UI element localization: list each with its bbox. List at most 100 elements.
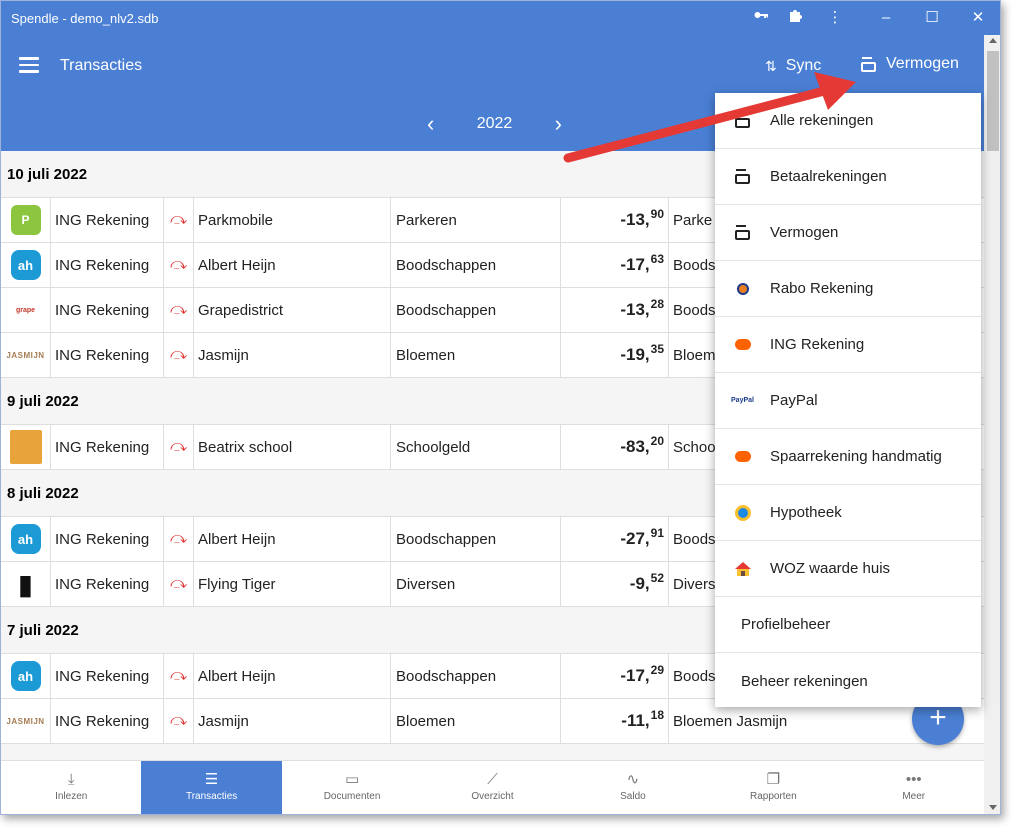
amount: -11, 18 <box>561 699 669 743</box>
amount: -27, 91 <box>561 517 669 561</box>
dropdown-item-rabo-rekening[interactable]: Rabo Rekening <box>715 261 981 317</box>
amount-main: -19, <box>620 345 650 364</box>
category: Bloemen <box>391 333 561 377</box>
category: Schoolgeld <box>391 425 561 469</box>
dropdown-item-ing-rekening[interactable]: ING Rekening <box>715 317 981 373</box>
amount-cents: 20 <box>650 434 664 448</box>
amount: -19, 35 <box>561 333 669 377</box>
maximize-icon[interactable]: ☐ <box>921 7 943 29</box>
amount-cents: 52 <box>650 571 664 585</box>
nav-inlezen[interactable]: ⤓ Inlezen <box>1 761 141 814</box>
nav-label: Saldo <box>620 791 646 802</box>
dropdown-item-hypotheek[interactable]: Hypotheek <box>715 485 981 541</box>
scroll-down-icon[interactable] <box>989 805 997 810</box>
payee-name: Flying Tiger <box>194 562 391 606</box>
trend-icon: ⟋ <box>487 771 498 788</box>
puzzle-icon[interactable] <box>785 7 807 29</box>
beheer-rekeningen-item[interactable]: Beheer rekeningen <box>715 653 981 709</box>
amount: -17, 63 <box>561 243 669 287</box>
amount: -83, 20 <box>561 425 669 469</box>
dropdown-item-spaarrekening-handmatig[interactable]: Spaarrekening handmatig <box>715 429 981 485</box>
amount-cents: 28 <box>650 297 664 311</box>
nav-label: Inlezen <box>55 791 88 802</box>
amount: -9, 52 <box>561 562 669 606</box>
nav-label: Transacties <box>185 791 238 802</box>
transfer-arrow-icon: ⤼ <box>164 654 194 698</box>
transfer-arrow-icon: ⤼ <box>164 243 194 287</box>
nav-label: Documenten <box>323 791 381 802</box>
ing-lion-icon <box>715 339 770 350</box>
pulse-icon: ∿ <box>626 771 640 788</box>
merchant-logo-cell: P <box>1 198 51 242</box>
amount-main: -17, <box>620 255 650 274</box>
amount-main: -27, <box>620 529 650 548</box>
dropdown-item-label: Hypotheek <box>770 504 842 521</box>
albert-heijn-logo: ah <box>10 661 41 691</box>
category: Bloemen <box>391 699 561 743</box>
copy-icon: ❐ <box>766 771 781 788</box>
transfer-arrow-icon: ⤼ <box>164 425 194 469</box>
nav-label: Rapporten <box>749 791 797 802</box>
dropdown-item-label: ING Rekening <box>770 336 865 353</box>
account-name: ING Rekening <box>51 288 164 332</box>
nav-saldo[interactable]: ∿ Saldo <box>563 761 703 814</box>
payee-name: Albert Heijn <box>194 243 391 287</box>
more-vert-icon[interactable]: ⋮ <box>824 7 846 29</box>
payee-name: Albert Heijn <box>194 517 391 561</box>
profielbeheer-item[interactable]: Profielbeheer <box>715 597 981 653</box>
window-title: Spendle - demo_nlv2.sdb <box>11 11 159 26</box>
merchant-logo-cell: ah <box>1 654 51 698</box>
nav-overzicht[interactable]: ⟋ Overzicht <box>422 761 562 814</box>
account-name: ING Rekening <box>51 198 164 242</box>
nav-transacties[interactable]: ☰ Transacties <box>141 761 282 814</box>
transfer-arrow-icon: ⤼ <box>164 562 194 606</box>
category: Boodschappen <box>391 517 561 561</box>
wallet-icon <box>715 225 770 240</box>
payee-name: Albert Heijn <box>194 654 391 698</box>
payee-name: Grapedistrict <box>194 288 391 332</box>
dropdown-item-woz-waarde-huis[interactable]: WOZ waarde huis <box>715 541 981 597</box>
merchant-logo-cell: ah <box>1 517 51 561</box>
amount-cents: 18 <box>650 708 664 722</box>
house-icon <box>715 561 770 577</box>
rabo-icon <box>715 282 770 295</box>
jasmijn-logo: JASMIJN <box>6 716 45 726</box>
nav-documenten[interactable]: ▭ Documenten <box>282 761 422 814</box>
archive-icon: ▭ <box>344 771 360 788</box>
download-icon: ⤓ <box>67 771 75 788</box>
vermogen-label: Vermogen <box>886 55 959 72</box>
transfer-arrow-icon: ⤼ <box>164 198 194 242</box>
merchant-logo-cell: ▮ <box>1 562 51 606</box>
payee-name: Parkmobile <box>194 198 391 242</box>
key-icon[interactable] <box>750 7 772 29</box>
scroll-thumb[interactable] <box>987 51 999 151</box>
transfer-arrow-icon: ⤼ <box>164 699 194 743</box>
dropdown-item-paypal[interactable]: PayPal PayPal <box>715 373 981 429</box>
amount-main: -17, <box>620 666 650 685</box>
account-name: ING Rekening <box>51 562 164 606</box>
albert-heijn-logo: ah <box>10 250 41 280</box>
parkmobile-logo: P <box>10 205 41 235</box>
category: Boodschappen <box>391 654 561 698</box>
more-icon: ••• <box>905 771 922 788</box>
nav-rapporten[interactable]: ❐ Rapporten <box>703 761 843 814</box>
scroll-up-icon[interactable] <box>989 38 997 43</box>
account-name: ING Rekening <box>51 333 164 377</box>
close-icon[interactable]: ✕ <box>967 7 989 29</box>
amount-cents: 35 <box>650 342 664 356</box>
nav-label: Overzicht <box>471 791 514 802</box>
minimize-icon[interactable]: – <box>875 7 897 29</box>
hamburger-menu-icon[interactable] <box>19 57 39 73</box>
merchant-logo-cell: ah <box>1 243 51 287</box>
school-logo <box>9 430 42 464</box>
amount: -17, 29 <box>561 654 669 698</box>
chevron-left-icon[interactable]: ‹ <box>427 113 434 135</box>
scrollbar[interactable] <box>984 35 1000 814</box>
dropdown-item-vermogen[interactable]: Vermogen <box>715 205 981 261</box>
ing-lion-icon <box>715 451 770 462</box>
account-name: ING Rekening <box>51 425 164 469</box>
merchant-logo-cell: JASMIJN <box>1 699 51 743</box>
payee-name: Jasmijn <box>194 699 391 743</box>
account-name: ING Rekening <box>51 699 164 743</box>
nav-meer[interactable]: ••• Meer <box>844 761 984 814</box>
